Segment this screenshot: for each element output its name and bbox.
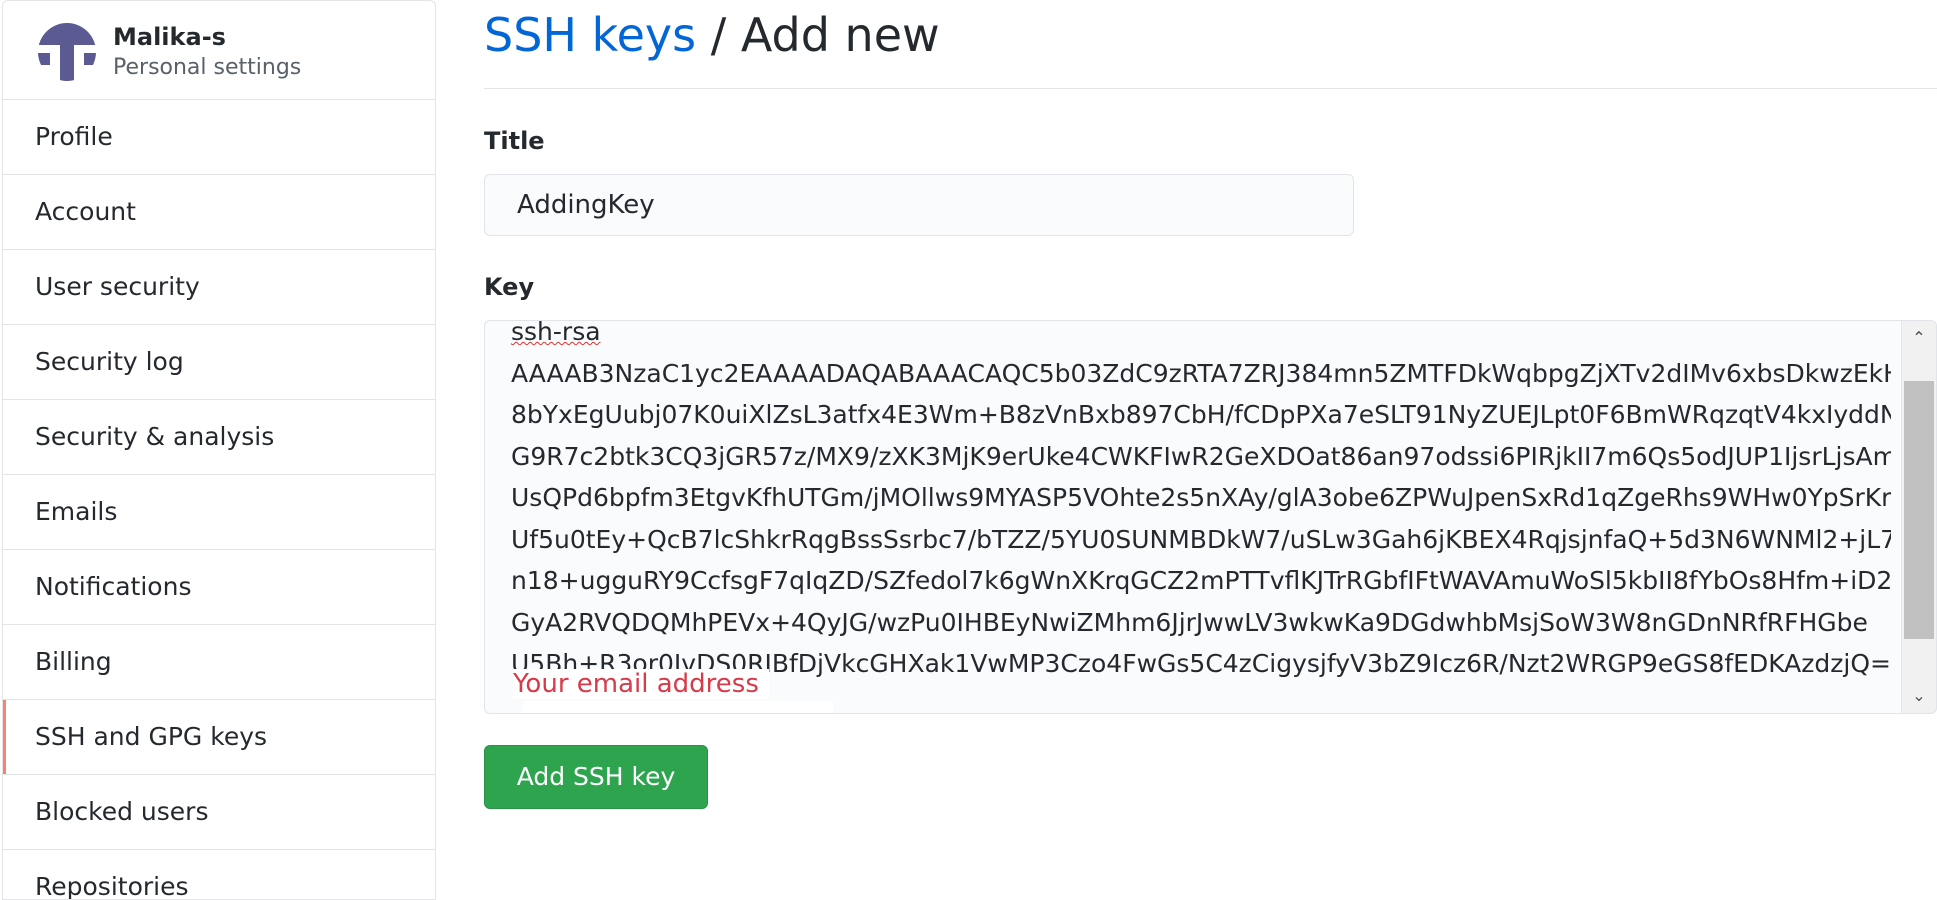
sidebar-item-label: User security	[35, 272, 200, 301]
breadcrumb-ssh-keys-link[interactable]: SSH keys	[484, 8, 696, 62]
sidebar-item-label: Blocked users	[35, 797, 209, 826]
title-label: Title	[484, 127, 545, 155]
key-textarea[interactable]: ssh-rsa AAAAB3NzaC1yc2EAAAADAQABAAACAQC5…	[484, 320, 1937, 714]
title-divider	[484, 88, 1937, 89]
sidebar-item-label: Notifications	[35, 572, 192, 601]
sidebar-item-account[interactable]: Account	[3, 175, 435, 250]
scrollbar-thumb[interactable]	[1904, 381, 1934, 639]
user-subtitle: Personal settings	[113, 55, 302, 80]
key-line: GyA2RVQDQMhPEVx+4QyJG/wzPu0IHBEyNwiZMhm6…	[511, 607, 1868, 637]
sidebar-item-label: Security & analysis	[35, 422, 275, 451]
sidebar-item-label: Repositories	[35, 872, 189, 900]
key-label: Key	[484, 273, 535, 301]
sidebar-item-label: Emails	[35, 497, 118, 526]
hint-underline-mask	[523, 701, 833, 713]
key-line: 8bYxEgUubj07K0uiXlZsL3atfx4E3Wm+B8zVnBxb…	[511, 400, 1891, 429]
scroll-down-arrow-icon[interactable]: ⌄	[1902, 679, 1936, 713]
sidebar-item-label: SSH and GPG keys	[35, 722, 268, 751]
sidebar-item-security-analysis[interactable]: Security & analysis	[3, 400, 435, 475]
key-line: AAAAB3NzaC1yc2EAAAADAQABAAACAQC5b03ZdC9z…	[511, 358, 1891, 388]
scroll-up-arrow-icon[interactable]: ⌃	[1902, 321, 1936, 355]
key-line-text: ssh-rsa	[511, 320, 601, 346]
sidebar-item-profile[interactable]: Profile	[3, 100, 435, 175]
breadcrumb-current: Add new	[740, 8, 940, 62]
sidebar-item-label: Account	[35, 197, 136, 226]
avatar[interactable]	[38, 23, 96, 81]
sidebar-item-emails[interactable]: Emails	[3, 475, 435, 550]
title-input[interactable]: AddingKey	[484, 174, 1354, 236]
add-ssh-key-button[interactable]: Add SSH key	[484, 745, 708, 809]
user-header: Malika-s Personal settings	[3, 1, 435, 100]
sidebar-item-notifications[interactable]: Notifications	[3, 550, 435, 625]
key-line: G9R7c2btk3CQ3jGR57z/MX9/zXK3MjK9erUke4CW…	[511, 441, 1891, 471]
key-line: ssh-rsa	[511, 320, 1891, 353]
sidebar-item-billing[interactable]: Billing	[3, 625, 435, 700]
key-line: UsQPd6bpfm3EtgvKfhUTGm/jMOllws9MYASP5VOh…	[511, 483, 1891, 512]
sidebar-item-user-security[interactable]: User security	[3, 250, 435, 325]
user-name[interactable]: Malika-s	[113, 23, 226, 51]
breadcrumb-separator: /	[696, 8, 741, 62]
sidebar-item-label: Billing	[35, 647, 112, 676]
settings-sidebar: Malika-s Personal settings Profile Accou…	[2, 0, 436, 900]
sidebar-item-repositories[interactable]: Repositories	[3, 850, 435, 900]
sidebar-item-ssh-gpg-keys[interactable]: SSH and GPG keys	[3, 700, 435, 775]
sidebar-item-security-log[interactable]: Security log	[3, 325, 435, 400]
key-line: Uf5u0tEy+QcB7lcShkrRqgBssSsrbc7/bTZZ/5YU…	[511, 524, 1891, 554]
email-hint: Your email address	[513, 669, 769, 699]
key-line: n18+ugguRY9CcfsgF7qIqZD/SZfedol7k6gWnXKr…	[511, 566, 1891, 595]
key-scrollbar[interactable]: ⌃ ⌄	[1901, 321, 1936, 713]
sidebar-item-label: Security log	[35, 347, 184, 376]
page-title: SSH keys / Add new	[484, 8, 940, 62]
sidebar-item-label: Profile	[35, 122, 113, 151]
key-text: ssh-rsa AAAAB3NzaC1yc2EAAAADAQABAAACAQC5…	[511, 320, 1891, 685]
sidebar-item-blocked-users[interactable]: Blocked users	[3, 775, 435, 850]
